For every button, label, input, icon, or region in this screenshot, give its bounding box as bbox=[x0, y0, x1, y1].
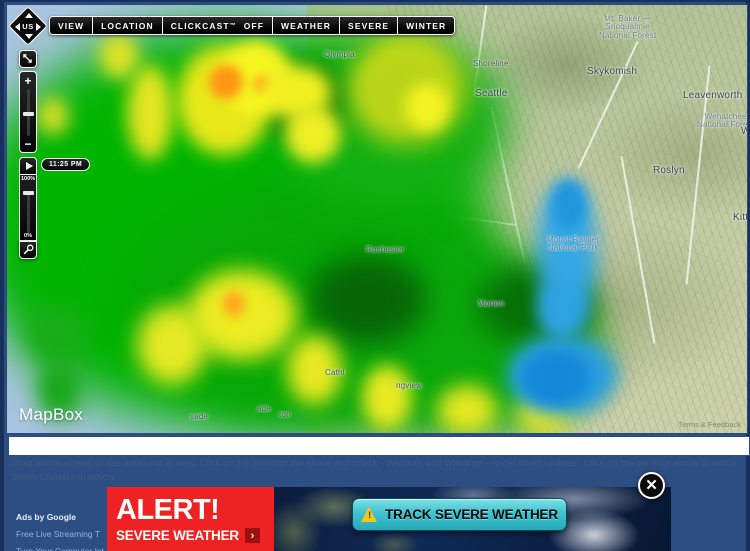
map-place-label: Leavenworth bbox=[683, 90, 743, 101]
map-place-label: We bbox=[741, 126, 747, 138]
radar-echo-orange bbox=[223, 291, 245, 317]
radar-echo-yellow bbox=[99, 33, 139, 79]
radar-echo-blue-snow bbox=[537, 280, 587, 340]
toolbar-button-clickcast[interactable]: CLICKCAST ™ OFF bbox=[162, 17, 273, 34]
map-place-label: ade bbox=[257, 404, 271, 413]
ad-alert-subtitle: SEVERE WEATHER bbox=[116, 528, 239, 544]
trademark-icon: ™ bbox=[229, 22, 236, 29]
zoom-slider-handle[interactable] bbox=[22, 112, 34, 116]
map-terms-link[interactable]: Terms & Feedback bbox=[678, 420, 741, 429]
warning-triangle-icon: ! bbox=[361, 507, 378, 522]
radar-echo-yellow bbox=[405, 83, 449, 131]
toolbar-button-view-label: VIEW bbox=[58, 20, 85, 31]
map-place-label: ngview bbox=[396, 381, 423, 390]
app-page: Mt. Baker — Snoqualmie National Forest Shor… bbox=[0, 0, 750, 551]
opacity-slider-track[interactable] bbox=[26, 191, 30, 233]
toolbar-button-weather-label: WEATHER bbox=[281, 20, 332, 31]
map-canvas[interactable]: Mt. Baker — Snoqualmie National Forest Shor… bbox=[7, 5, 747, 433]
map-place-label: Seattle bbox=[475, 88, 508, 99]
animation-play-button[interactable] bbox=[19, 157, 37, 175]
opacity-slider-handle[interactable] bbox=[22, 191, 34, 195]
map-place-label: Cathl bbox=[325, 368, 345, 377]
radar-echo-yellow bbox=[137, 305, 207, 385]
toolbar-button-location-label: LOCATION bbox=[101, 20, 154, 31]
radar-echo-orange bbox=[209, 65, 243, 99]
radar-echo-blue-snow bbox=[521, 350, 591, 405]
warning-exclamation: ! bbox=[368, 510, 372, 520]
expand-arrows-icon bbox=[23, 54, 32, 63]
track-severe-weather-label: TRACK SEVERE WEATHER bbox=[385, 507, 558, 522]
map-place-label: Skykomish bbox=[587, 66, 638, 77]
settings-button[interactable] bbox=[19, 241, 37, 259]
ad-alert-subtitle-row: SEVERE WEATHER › bbox=[116, 528, 274, 544]
toolbar-button-location[interactable]: LOCATION bbox=[93, 17, 163, 34]
wrench-icon bbox=[23, 244, 34, 255]
map-instructions-text: Drag above screen to see areas not in vi… bbox=[12, 458, 737, 483]
radar-echo-yellow bbox=[437, 385, 497, 433]
weather-radar-map[interactable]: Mt. Baker — Snoqualmie National Forest Shor… bbox=[6, 4, 748, 434]
map-place-label: Mount Rainier National Park bbox=[547, 235, 600, 253]
content-white-strip bbox=[8, 436, 750, 456]
map-place-label: ton bbox=[279, 410, 291, 419]
radar-echo-green bbox=[27, 305, 87, 365]
zoom-out-button[interactable]: − bbox=[20, 136, 36, 151]
toolbar-clickcast-state: OFF bbox=[243, 20, 264, 31]
ad-alert-title: ALERT! bbox=[116, 493, 220, 526]
zoom-in-button[interactable]: + bbox=[20, 73, 36, 88]
radar-echo-yellow bbox=[127, 65, 173, 160]
toolbar-button-clickcast-label: CLICKCAST bbox=[170, 20, 230, 31]
close-icon: ✕ bbox=[645, 477, 658, 494]
map-place-label: Rochester bbox=[366, 245, 405, 254]
opacity-max-label: 100% bbox=[20, 176, 36, 182]
toolbar-button-severe[interactable]: SEVERE bbox=[340, 17, 399, 34]
track-severe-weather-button[interactable]: ! TRACK SEVERE WEATHER bbox=[352, 498, 567, 531]
map-place-label: sade bbox=[190, 412, 209, 421]
fullscreen-button[interactable] bbox=[19, 50, 37, 68]
radar-echo-darkgreen bbox=[307, 255, 427, 345]
radar-echo-blue-snow bbox=[552, 180, 586, 230]
opacity-min-label: 0% bbox=[24, 233, 32, 239]
opacity-slider-control[interactable]: 100% 0% bbox=[19, 175, 37, 241]
chevron-right-icon[interactable]: › bbox=[244, 528, 260, 544]
pan-us-label: US bbox=[22, 21, 34, 31]
map-place-label: Shoreline bbox=[473, 59, 509, 68]
map-place-label: Roslyn bbox=[653, 165, 685, 176]
map-toolbar: VIEW LOCATION CLICKCAST ™ OFF WEATHER SEVE… bbox=[49, 16, 456, 35]
mapbox-logo: MapBox bbox=[19, 405, 84, 424]
radar-echo-yellow bbox=[285, 105, 341, 163]
severe-weather-ad-banner[interactable]: ALERT! SEVERE WEATHER › ! TRACK SEVERE W… bbox=[107, 487, 671, 551]
ad-alert-panel: ALERT! SEVERE WEATHER › bbox=[107, 487, 274, 551]
close-ad-button[interactable]: ✕ bbox=[638, 472, 665, 499]
toolbar-button-weather[interactable]: WEATHER bbox=[273, 17, 341, 34]
toolbar-button-view[interactable]: VIEW bbox=[50, 17, 94, 34]
map-place-label: Morton bbox=[478, 299, 505, 308]
toolbar-button-winter-label: WINTER bbox=[406, 20, 447, 31]
toolbar-button-severe-label: SEVERE bbox=[348, 20, 390, 31]
play-icon bbox=[26, 162, 33, 170]
pan-us-control[interactable]: US bbox=[8, 6, 48, 46]
radar-echo-yellowgreen bbox=[347, 35, 467, 145]
zoom-slider-control[interactable]: + − bbox=[19, 71, 37, 153]
map-place-label: Mt. Baker — Snoqualmie National Forest bbox=[599, 14, 657, 40]
map-place-label: Kittitas bbox=[733, 212, 748, 223]
map-place-label: Olympia bbox=[324, 50, 355, 59]
radar-echo-yellow bbox=[362, 365, 412, 430]
radar-timestamp: 11:25 PM bbox=[41, 158, 91, 171]
toolbar-button-winter[interactable]: WINTER bbox=[398, 17, 455, 34]
radar-echo-yellow bbox=[37, 97, 69, 135]
